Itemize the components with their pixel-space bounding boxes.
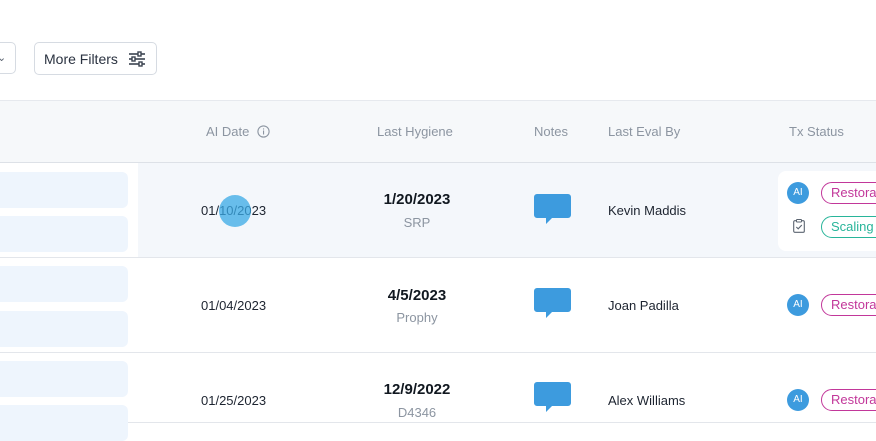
header-tx-status[interactable]: Tx Status (789, 124, 844, 139)
hygiene-type: SRP (403, 215, 431, 230)
tx-status-cell: AI Restora Scaling (778, 171, 876, 251)
header-ai-date[interactable]: AI Date (206, 124, 270, 139)
table-header: AI Date Last Hygiene Notes Last Eval By … (0, 100, 876, 163)
evaluator-name: Alex Williams (608, 393, 686, 408)
evaluator-name: Joan Padilla (608, 298, 679, 313)
header-ai-date-label: AI Date (206, 124, 250, 139)
table-row[interactable]: 01/10/2023 1/20/2023 SRP Kevin Maddis AI… (0, 163, 876, 258)
header-last-hygiene[interactable]: Last Hygiene (377, 124, 453, 139)
status-pill-restorative[interactable]: Restora (821, 182, 876, 204)
ai-date-value: 01/10/2023 (201, 203, 267, 218)
patient-placeholder (0, 361, 128, 397)
evaluator-name: Kevin Maddis (608, 203, 687, 218)
header-notes[interactable]: Notes (534, 124, 568, 139)
info-icon[interactable] (257, 125, 270, 138)
patient-placeholder (0, 405, 128, 441)
status-pill-restorative[interactable]: Restora (821, 294, 876, 316)
notes-icon[interactable] (534, 288, 571, 319)
hygiene-date: 4/5/2023 (387, 287, 447, 304)
patient-cell (0, 258, 138, 352)
table-row[interactable]: 01/25/2023 12/9/2022 D4346 Alex Williams… (0, 353, 876, 441)
hygiene-date: 1/20/2023 (383, 191, 451, 208)
hygiene-date: 12/9/2022 (383, 381, 451, 398)
patient-cell (0, 163, 138, 257)
status-pill-scaling[interactable]: Scaling (821, 216, 876, 238)
hygiene-type: Prophy (396, 310, 438, 325)
more-filters-button[interactable]: More Filters (34, 42, 157, 75)
toolbar: ⌄ More Filters (0, 0, 876, 100)
patient-placeholder (0, 216, 128, 252)
patient-cell (0, 353, 138, 441)
header-last-eval-by[interactable]: Last Eval By (608, 124, 680, 139)
status-pill-restorative[interactable]: Restora (821, 389, 876, 411)
table-row[interactable]: 01/04/2023 4/5/2023 Prophy Joan Padilla … (0, 258, 876, 353)
patient-placeholder (0, 266, 128, 302)
notes-icon[interactable] (534, 382, 571, 413)
clipboard-icon (793, 219, 805, 233)
ai-badge: AI (787, 294, 809, 316)
notes-icon[interactable] (534, 194, 571, 225)
chevron-down-icon: ⌄ (0, 52, 7, 64)
ai-date-value: 01/25/2023 (201, 393, 267, 408)
ai-date-value: 01/04/2023 (201, 298, 267, 313)
more-filters-label: More Filters (44, 50, 118, 67)
ai-badge: AI (787, 182, 809, 204)
hygiene-type: D4346 (397, 405, 437, 420)
ai-badge: AI (787, 389, 809, 411)
filter-dropdown[interactable]: ⌄ (0, 42, 16, 74)
patient-placeholder (0, 172, 128, 208)
sliders-icon (129, 51, 145, 67)
patient-placeholder (0, 311, 128, 347)
